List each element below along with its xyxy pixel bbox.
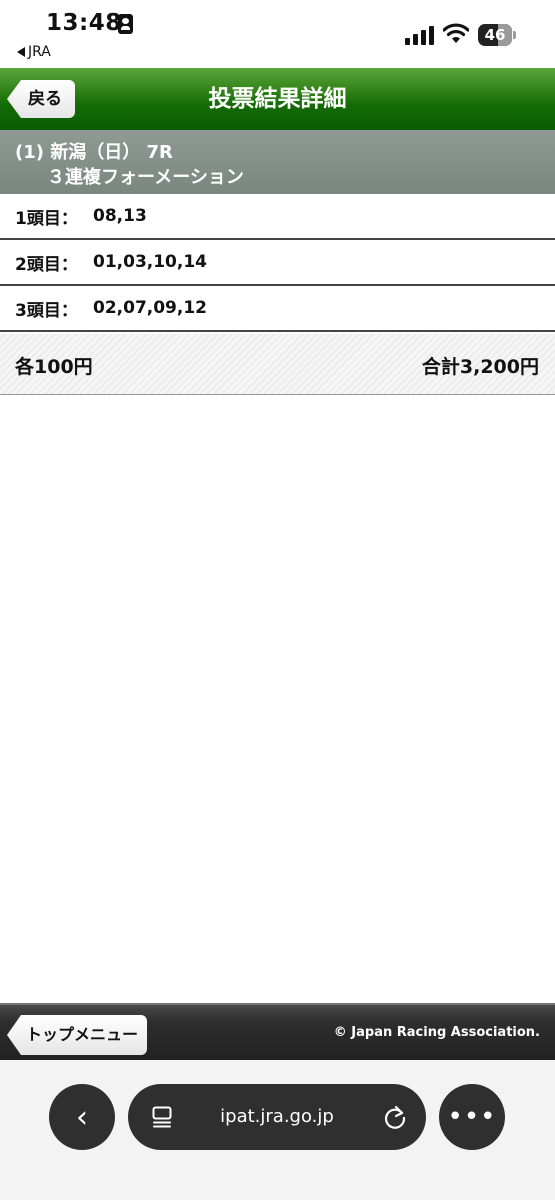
status-bar: 13:48 JRA 46 [0,0,555,68]
wifi-icon [443,23,469,43]
bet-type: ３連複フォーメーション [47,167,244,188]
ellipsis-icon: ••• [447,1102,497,1132]
amount-total: 合計3,200円 [421,356,539,378]
browser-back-button[interactable]: ‹ [49,1084,115,1150]
amount-each: 各100円 [15,356,93,378]
pick-row-2: 2頭目： 01,03,10,14 [0,240,555,286]
top-menu-button[interactable]: トップメニュー [7,1015,147,1055]
page-title: 投票結果詳細 [208,86,347,112]
back-triangle-icon [17,47,25,57]
chevron-left-icon: ‹ [76,1099,88,1135]
pick-label: 3頭目： [15,300,78,321]
pick-label: 2頭目： [15,254,78,275]
page-footer: トップメニュー © Japan Racing Association. [0,1003,555,1060]
address-bar[interactable]: ipat.jra.go.jp [128,1084,426,1150]
pick-row-3: 3頭目： 02,07,09,12 [0,286,555,332]
race-info-panel: (1) 新潟（日） 7R ３連複フォーメーション [0,130,555,194]
id-badge-icon [118,14,133,34]
race-venue: (1) 新潟（日） 7R [15,142,173,163]
pick-value: 08,13 [93,206,147,226]
back-button[interactable]: 戻る [7,80,75,118]
pick-value: 01,03,10,14 [93,252,208,272]
browser-toolbar: ‹ ipat.jra.go.jp ••• [0,1060,555,1200]
pick-label: 1頭目： [15,208,78,229]
cellular-signal-icon [405,25,435,45]
more-options-button[interactable]: ••• [439,1084,505,1150]
pick-value: 02,07,09,12 [93,298,208,318]
back-app-label: JRA [28,44,51,60]
copyright-text: © Japan Racing Association. [333,1025,540,1040]
pick-row-1: 1頭目： 08,13 [0,194,555,240]
page-header: 戻る 投票結果詳細 [0,68,555,130]
battery-icon: 46 [478,24,516,46]
battery-level: 46 [484,26,506,44]
reload-icon[interactable] [382,1104,408,1130]
back-to-app-link[interactable]: JRA [17,44,51,60]
status-time: 13:48 [46,10,122,36]
total-row: 各100円 合計3,200円 [0,334,555,395]
